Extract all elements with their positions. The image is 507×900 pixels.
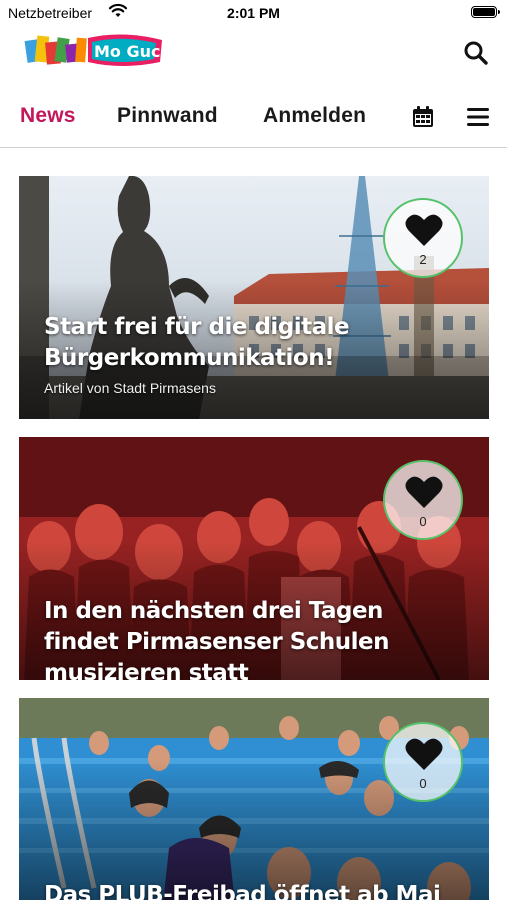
top-navigation: News Pinnwand Anmelden — [0, 98, 507, 146]
calendar-button[interactable] — [411, 105, 435, 129]
like-count: 0 — [419, 514, 427, 529]
menu-button[interactable] — [467, 107, 489, 127]
news-card[interactable]: Start frei für die digitale Bürgerkommun… — [19, 176, 489, 419]
status-bar: Netzbetreiber 2:01 PM — [0, 0, 507, 28]
heart-icon — [405, 476, 443, 508]
battery-icon — [471, 6, 500, 18]
news-card-title: Das PLUB-Freibad öffnet ab Mai — [44, 882, 441, 900]
search-icon — [464, 41, 488, 65]
like-button[interactable]: 0 — [383, 722, 463, 802]
clock: 2:01 PM — [227, 5, 280, 21]
logo-text: Mo Gucge! — [94, 42, 167, 61]
tab-news[interactable]: News — [20, 104, 76, 128]
tab-pinnwand[interactable]: Pinnwand — [117, 104, 218, 128]
news-card[interactable]: Das PLUB-Freibad öffnet ab Mai 0 — [19, 698, 489, 900]
news-card-byline: Artikel von Stadt Pirmasens — [44, 380, 216, 396]
tab-anmelden[interactable]: Anmelden — [263, 104, 366, 128]
calendar-icon — [413, 106, 433, 127]
like-count: 0 — [419, 776, 427, 791]
news-card-title: In den nächsten drei Tagen findet Pirmas… — [44, 598, 390, 680]
news-card-title: Start frei für die digitale Bürgerkommun… — [44, 314, 350, 371]
news-card[interactable]: In den nächsten drei Tagen findet Pirmas… — [19, 437, 489, 680]
nav-divider — [0, 147, 507, 148]
app-logo[interactable]: Mo Gucge! — [22, 32, 190, 72]
like-count: 2 — [419, 252, 427, 267]
heart-icon — [405, 214, 443, 246]
heart-icon — [405, 738, 443, 770]
hamburger-menu-icon — [467, 108, 489, 126]
search-button[interactable] — [463, 40, 489, 66]
like-button[interactable]: 0 — [383, 460, 463, 540]
like-button[interactable]: 2 — [383, 198, 463, 278]
